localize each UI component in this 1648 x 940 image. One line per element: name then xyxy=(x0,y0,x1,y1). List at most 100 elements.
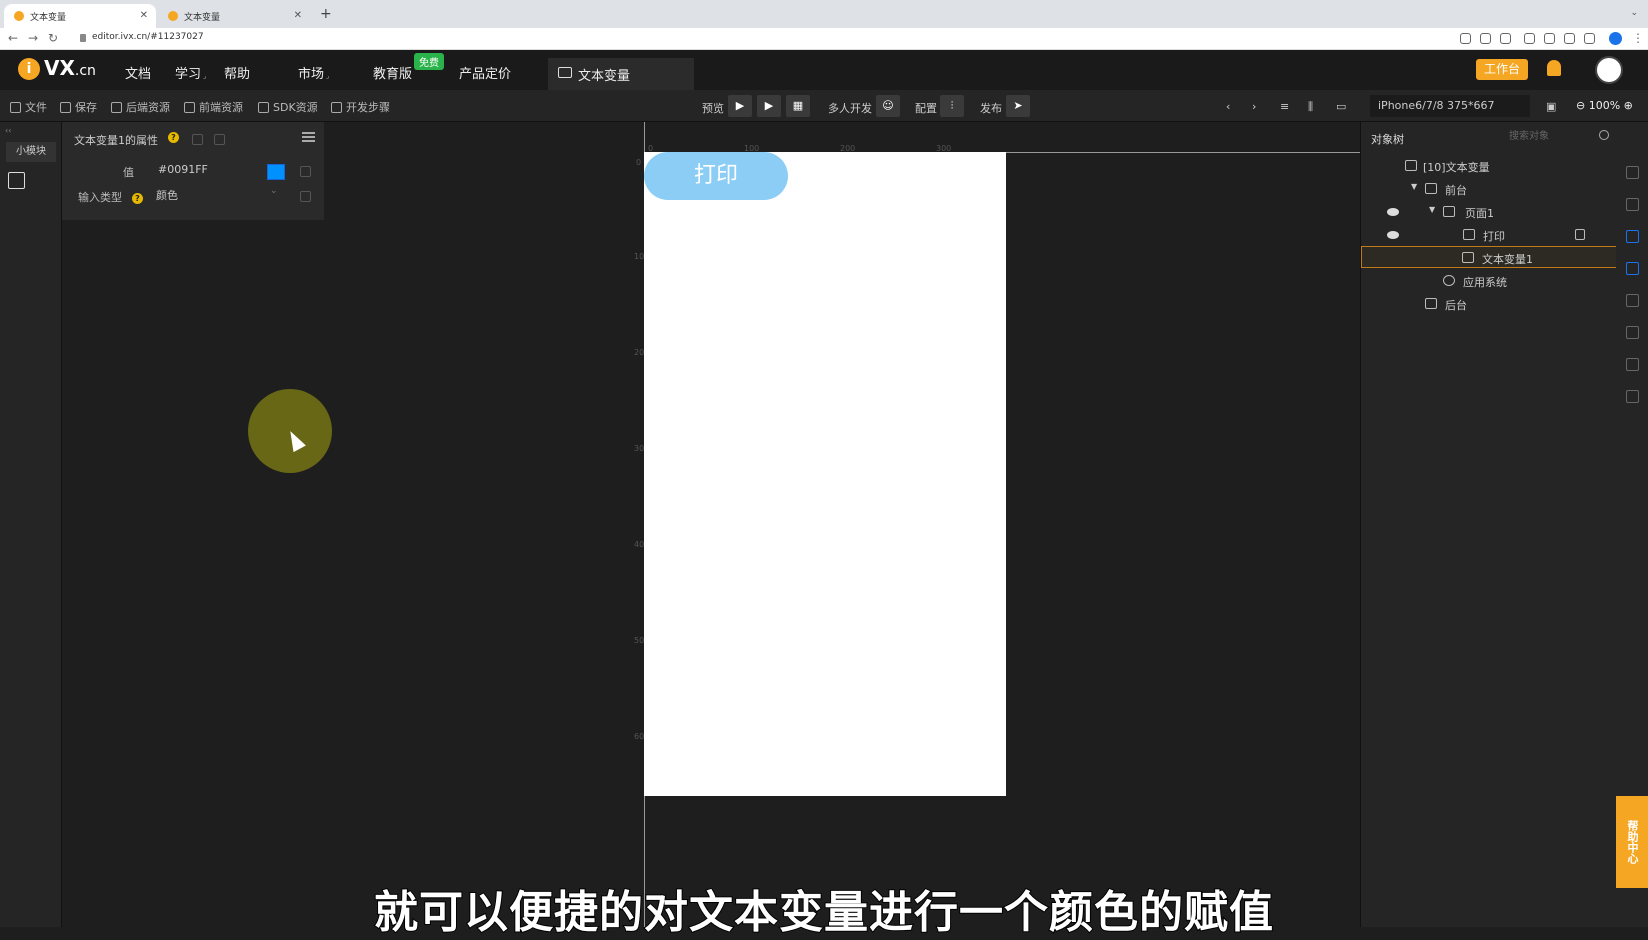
reload-icon[interactable]: ↻ xyxy=(48,31,58,45)
help-center-button[interactable]: 帮助中心 xyxy=(1616,796,1648,888)
zoom-in-icon[interactable]: ⊕ xyxy=(1620,99,1633,112)
close-tab-icon[interactable]: ✕ xyxy=(140,10,148,21)
align-left-icon[interactable]: ≡ xyxy=(1280,100,1289,113)
link-icon[interactable] xyxy=(192,134,203,145)
edit-icon[interactable] xyxy=(8,172,25,189)
object-tree-icon[interactable] xyxy=(1626,230,1639,243)
file-label: 文件 xyxy=(25,101,47,114)
bookmark-star-icon[interactable] xyxy=(1500,33,1511,44)
copy-icon[interactable] xyxy=(300,166,311,177)
undo-icon[interactable]: ‹ xyxy=(1226,100,1230,113)
unlink-icon[interactable] xyxy=(214,134,225,145)
tab-search-icon[interactable]: ⌄ xyxy=(1630,8,1638,18)
screenshot-icon[interactable]: ▣ xyxy=(1546,100,1556,113)
forward-icon[interactable]: → xyxy=(28,31,38,45)
tree-item-label: 后台 xyxy=(1445,299,1467,312)
extension-icon[interactable] xyxy=(1524,33,1535,44)
profile-icon[interactable] xyxy=(1609,32,1622,45)
tree-item-backend[interactable]: 后台 xyxy=(1361,293,1617,315)
dev-steps-button[interactable]: 开发步骤 xyxy=(331,99,390,115)
file-button[interactable]: 文件 xyxy=(10,99,47,115)
resources-icon[interactable] xyxy=(1626,198,1639,211)
play-debug-icon[interactable]: ▶ xyxy=(757,95,781,117)
send-icon[interactable]: ➤ xyxy=(1006,95,1030,117)
document-tab[interactable]: 文本变量 xyxy=(548,58,694,90)
eye-icon[interactable] xyxy=(1387,231,1399,239)
caret-down-icon[interactable]: ▼ xyxy=(1411,182,1417,191)
menu-learn[interactable]: 学习 ⌟ xyxy=(175,63,206,82)
menu-market[interactable]: 市场 ⌟ xyxy=(298,63,329,82)
ivx-logo[interactable]: VX.cn xyxy=(44,56,96,80)
tree-item-print[interactable]: 打印 xyxy=(1361,224,1617,246)
keyboard-icon[interactable] xyxy=(1626,390,1639,403)
sliders-icon[interactable]: ⫶ xyxy=(940,95,964,117)
zoom-level[interactable]: ⊖ 100% ⊕ xyxy=(1576,99,1633,112)
tree-item-app[interactable]: [10]文本变量 xyxy=(1361,155,1617,177)
backend-resources-button[interactable]: 后端资源 xyxy=(111,99,170,115)
help-icon[interactable]: ? xyxy=(168,132,179,143)
redo-icon[interactable]: › xyxy=(1252,100,1256,113)
workbench-button[interactable]: 工作台 xyxy=(1476,59,1528,80)
logo-text: VX xyxy=(44,56,75,80)
menu-help[interactable]: 帮助 xyxy=(224,63,250,82)
app-icon xyxy=(1405,160,1417,171)
widget-tab[interactable]: 小模块 xyxy=(6,142,56,162)
bell-icon[interactable] xyxy=(1547,60,1561,76)
puzzle-icon[interactable] xyxy=(1544,33,1555,44)
search-icon[interactable] xyxy=(1599,130,1609,140)
history-icon[interactable] xyxy=(1626,358,1639,371)
input-type-select[interactable]: 颜色 xyxy=(154,186,284,206)
swap-icon[interactable] xyxy=(1626,326,1639,339)
copy-icon[interactable] xyxy=(1626,294,1639,307)
url-field[interactable]: editor.ivx.cn/#11237027 xyxy=(92,32,204,42)
menu-docs[interactable]: 文档 xyxy=(125,63,151,82)
event-icon[interactable] xyxy=(1575,229,1585,240)
eye-icon[interactable] xyxy=(1387,208,1399,216)
new-tab-button[interactable]: + xyxy=(320,6,332,22)
zoom-out-icon[interactable]: ⊖ xyxy=(1576,99,1589,112)
browser-tab[interactable]: 文本变量 ✕ xyxy=(158,4,310,28)
reading-list-icon[interactable] xyxy=(1564,33,1575,44)
align-columns-icon[interactable]: ⫼ xyxy=(1308,100,1313,114)
properties-icon[interactable] xyxy=(1626,166,1639,179)
help-icon[interactable]: ? xyxy=(132,193,143,204)
menu-edu[interactable]: 教育版 xyxy=(373,63,412,82)
print-button[interactable]: 打印 xyxy=(644,152,788,200)
qr-preview-icon[interactable]: ▦ xyxy=(786,95,810,117)
multi-user-icon[interactable]: ☺ xyxy=(876,95,900,117)
caret-icon: ⌟ xyxy=(203,72,207,80)
color-swatch[interactable] xyxy=(267,164,285,180)
tree-item-text-variable[interactable]: 文本变量1 xyxy=(1361,246,1617,268)
steps-icon xyxy=(331,101,342,113)
panel-menu-icon[interactable] xyxy=(302,132,315,142)
browser-menu-icon[interactable]: ⋮ xyxy=(1632,31,1644,45)
avatar[interactable] xyxy=(1595,56,1623,84)
save-button[interactable]: 保存 xyxy=(60,99,97,115)
device-select[interactable]: iPhone6/7/8 375*667 xyxy=(1370,95,1530,117)
value-field[interactable]: #0091FF xyxy=(154,160,248,180)
play-icon[interactable]: ▶ xyxy=(728,95,752,117)
collapse-icon[interactable]: ‹‹ xyxy=(5,126,11,135)
copy-icon[interactable] xyxy=(300,191,311,202)
browser-tab-active[interactable]: 文本变量 ✕ xyxy=(4,4,156,28)
zoom-icon[interactable] xyxy=(1460,33,1471,44)
caret-down-icon[interactable]: ▼ xyxy=(1429,205,1435,214)
phone-canvas[interactable]: 打印 xyxy=(644,152,1006,796)
function-icon[interactable] xyxy=(1626,262,1639,275)
share-icon[interactable] xyxy=(1480,33,1491,44)
tree-item-page1[interactable]: ▼ 页面1 xyxy=(1361,201,1617,223)
ivx-logo-icon[interactable]: i xyxy=(18,58,40,80)
sdk-resources-button[interactable]: SDK资源 xyxy=(258,99,318,115)
sidebar-icon[interactable] xyxy=(1584,33,1595,44)
object-search-input[interactable]: 搜索对象 xyxy=(1509,128,1599,146)
tree-item-label: 应用系统 xyxy=(1463,276,1507,289)
back-icon[interactable]: ← xyxy=(8,31,18,45)
menu-pricing[interactable]: 产品定价 xyxy=(459,63,511,82)
tree-item-app-system[interactable]: 应用系统 xyxy=(1361,270,1617,292)
frontend-resources-button[interactable]: 前端资源 xyxy=(184,99,243,115)
monitor-icon[interactable]: ▭ xyxy=(1336,100,1346,113)
close-tab-icon[interactable]: ✕ xyxy=(294,10,302,21)
canvas-area[interactable]: 0 100 200 300 0 100 200 300 400 500 600 … xyxy=(324,122,1360,927)
tree-item-frontend[interactable]: ▼ 前台 xyxy=(1361,178,1617,200)
logo-suffix: .cn xyxy=(74,63,96,79)
